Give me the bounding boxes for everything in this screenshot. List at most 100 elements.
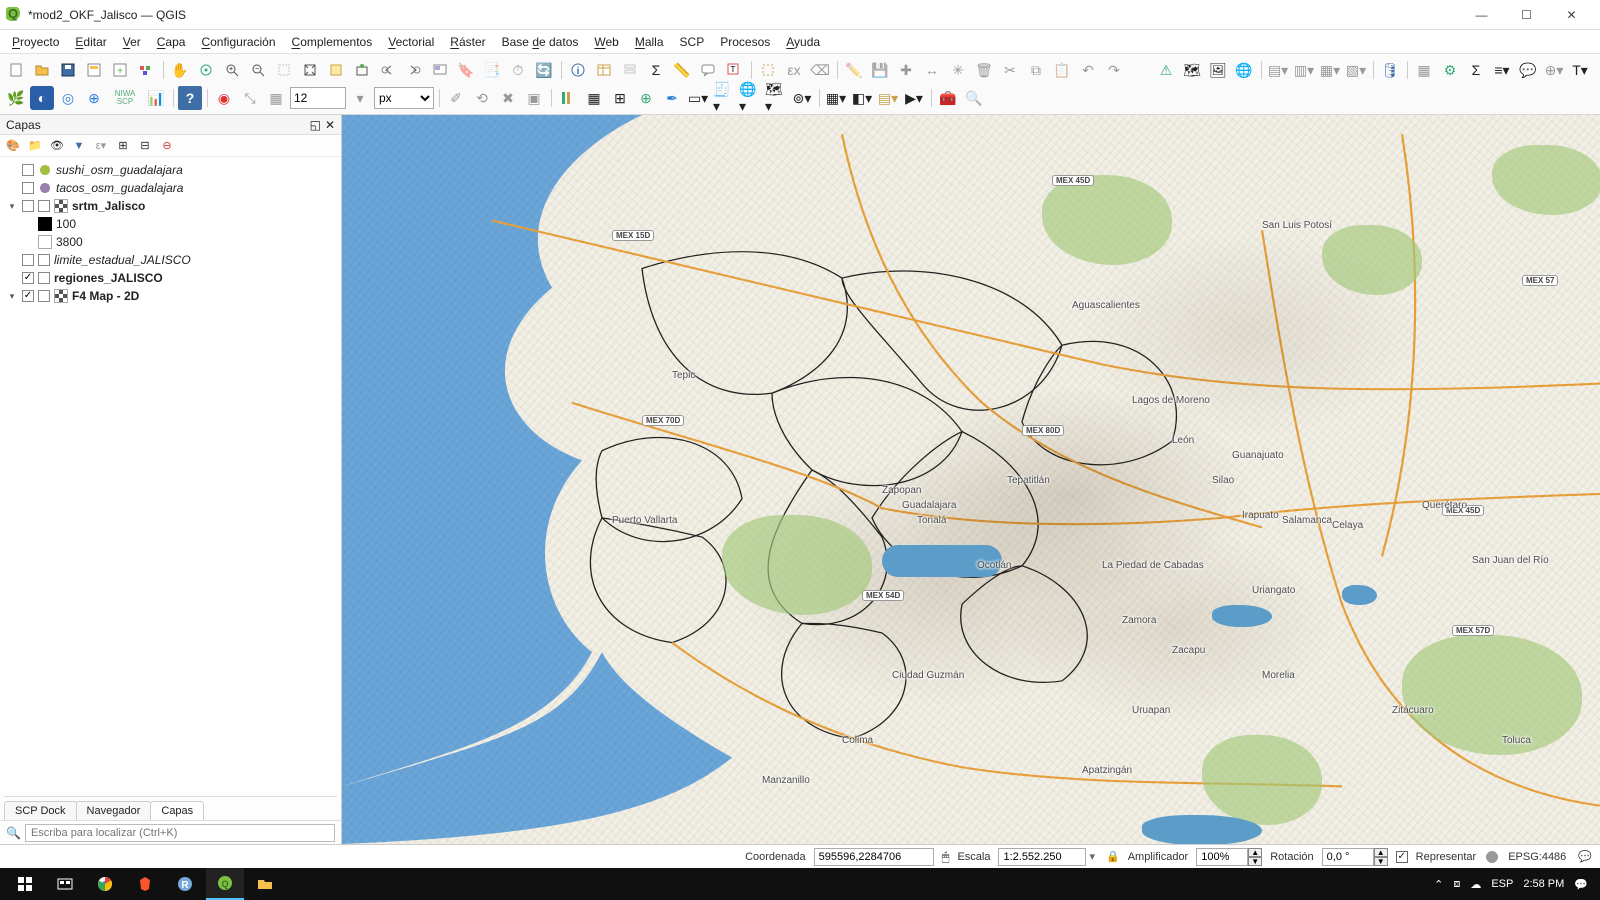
- rotation-down[interactable]: ▼: [1374, 857, 1388, 866]
- processing-result-icon[interactable]: ▦▾: [824, 86, 848, 110]
- layer-item[interactable]: tacos_osm_guadalajara: [2, 179, 339, 197]
- processing-run-icon[interactable]: ▶▾: [902, 86, 926, 110]
- panel-float-icon[interactable]: ◱: [310, 118, 321, 132]
- expander-icon[interactable]: [6, 254, 18, 266]
- save-project-icon[interactable]: [56, 58, 80, 82]
- layer-visibility-checkbox[interactable]: [22, 164, 34, 176]
- map-canvas[interactable]: MEX 15DMEX 45DMEX 70DMEX 80DMEX 54DMEX 5…: [342, 115, 1600, 844]
- panel-close-icon[interactable]: ✕: [325, 118, 335, 132]
- freehand-icon[interactable]: ✒: [660, 86, 684, 110]
- tray-notifications-icon[interactable]: 💬: [1574, 878, 1588, 891]
- scale-dropdown-icon[interactable]: ▾: [1086, 850, 1098, 863]
- new-bookmark-icon[interactable]: 🔖: [454, 58, 478, 82]
- layer-item[interactable]: sushi_osm_guadalajara: [2, 161, 339, 179]
- vector-buffer-icon[interactable]: ⊚▾: [790, 86, 814, 110]
- map-tips-icon[interactable]: [696, 58, 720, 82]
- new-geopackage-icon[interactable]: ▤▾: [1266, 58, 1290, 82]
- add-mesh-layer-icon[interactable]: 🌐: [1232, 58, 1256, 82]
- start-button[interactable]: [6, 868, 44, 900]
- menu-ayuda[interactable]: Ayuda: [778, 33, 828, 51]
- layer-item[interactable]: ▾F4 Map - 2D: [2, 287, 339, 305]
- copy-features-icon[interactable]: ⧉: [1024, 58, 1048, 82]
- remove-layer-icon[interactable]: ⊖: [158, 137, 176, 155]
- temporal-controller-icon[interactable]: ⏱: [506, 58, 530, 82]
- custom-action-icon[interactable]: ⊕▾: [1542, 58, 1566, 82]
- cut-features-icon[interactable]: ✂: [998, 58, 1022, 82]
- menu-configuración[interactable]: Configuración: [193, 33, 283, 51]
- vector-join-icon[interactable]: ⊞: [608, 86, 632, 110]
- field-calculator-icon[interactable]: [618, 58, 642, 82]
- rotation-input[interactable]: [1322, 848, 1374, 866]
- topological-editing-icon[interactable]: ▣: [522, 86, 546, 110]
- text-annotation-icon[interactable]: T▾: [1568, 58, 1592, 82]
- osm-place-search-icon[interactable]: ◎: [56, 86, 80, 110]
- vector-grid-icon[interactable]: ▦: [582, 86, 606, 110]
- db-manager-icon[interactable]: 🛢: [1378, 58, 1402, 82]
- collapse-all-icon[interactable]: ⊟: [136, 137, 154, 155]
- scale-input[interactable]: [998, 848, 1086, 866]
- layer-item[interactable]: ▾srtm_Jalisco: [2, 197, 339, 215]
- task-view-button[interactable]: [46, 868, 84, 900]
- side-tab-scp-dock[interactable]: SCP Dock: [4, 801, 77, 820]
- save-edits-icon[interactable]: 💾: [868, 58, 892, 82]
- lock-scale-icon[interactable]: 🔒: [1106, 850, 1120, 863]
- paste-features-icon[interactable]: 📋: [1050, 58, 1074, 82]
- select-by-value-icon[interactable]: εх: [782, 58, 806, 82]
- vector-project-icon[interactable]: 🗺▾: [764, 86, 788, 110]
- toolbox-icon[interactable]: 🧰: [936, 86, 960, 110]
- crs-icon[interactable]: [1484, 849, 1500, 865]
- vector-new-icon[interactable]: [556, 86, 580, 110]
- help-icon[interactable]: ?: [178, 86, 202, 110]
- menu-complementos[interactable]: Complementos: [284, 33, 381, 51]
- vector-add-icon[interactable]: ⊕: [634, 86, 658, 110]
- menu-capa[interactable]: Capa: [149, 33, 194, 51]
- expander-icon[interactable]: [6, 182, 18, 194]
- menu-malla[interactable]: Malla: [627, 33, 672, 51]
- tray-onedrive-icon[interactable]: ☁: [1470, 878, 1481, 891]
- new-spatialite-icon[interactable]: ▦▾: [1318, 58, 1342, 82]
- zoom-last-icon[interactable]: [376, 58, 400, 82]
- pan-to-selection-icon[interactable]: [194, 58, 218, 82]
- expand-all-icon[interactable]: ⊞: [114, 137, 132, 155]
- tray-lang[interactable]: ESP: [1491, 878, 1513, 890]
- show-bookmarks-icon[interactable]: 📑: [480, 58, 504, 82]
- expander-icon[interactable]: ▾: [6, 290, 18, 302]
- zoom-full-icon[interactable]: [298, 58, 322, 82]
- processing-layer-icon[interactable]: ◧▾: [850, 86, 874, 110]
- new-shapefile-icon[interactable]: ▥▾: [1292, 58, 1316, 82]
- plugin-button-icon[interactable]: 🌿: [4, 86, 28, 110]
- identify-icon[interactable]: i: [566, 58, 590, 82]
- zoom-selection-icon[interactable]: [324, 58, 348, 82]
- taskbar-brave[interactable]: [126, 868, 164, 900]
- menu-base-de-datos[interactable]: Base de datos: [494, 33, 587, 51]
- vertex-tool-icon[interactable]: ✳: [946, 58, 970, 82]
- taskbar-rstudio[interactable]: R: [166, 868, 204, 900]
- tray-expand-icon[interactable]: ⌃: [1434, 878, 1443, 891]
- open-project-icon[interactable]: [30, 58, 54, 82]
- expander-icon[interactable]: [6, 272, 18, 284]
- move-feature-icon[interactable]: ↔: [920, 58, 944, 82]
- data-source-manager-icon[interactable]: ⚠: [1154, 58, 1178, 82]
- vector-net-icon[interactable]: 🌐▾: [738, 86, 762, 110]
- side-tab-navegador[interactable]: Navegador: [76, 801, 152, 820]
- digitize-shape-icon[interactable]: ✐: [444, 86, 468, 110]
- expander-icon[interactable]: [6, 164, 18, 176]
- layer-count-checkbox[interactable]: [38, 290, 50, 302]
- zoom-out-icon[interactable]: −: [246, 58, 270, 82]
- manage-visibility-icon[interactable]: 👁: [48, 137, 66, 155]
- zoom-next-icon[interactable]: [402, 58, 426, 82]
- new-virtual-icon[interactable]: ▧▾: [1344, 58, 1368, 82]
- window-maximize-button[interactable]: ☐: [1504, 0, 1549, 30]
- new-map-view-icon[interactable]: [428, 58, 452, 82]
- layer-count-checkbox[interactable]: [38, 272, 50, 284]
- select-features-icon[interactable]: [756, 58, 780, 82]
- measure-icon[interactable]: 📏: [670, 58, 694, 82]
- layer-visibility-checkbox[interactable]: [22, 290, 34, 302]
- layer-count-checkbox[interactable]: [38, 200, 50, 212]
- scp-roi-icon[interactable]: ◉: [212, 86, 236, 110]
- locator-input[interactable]: [25, 824, 335, 842]
- expander-icon[interactable]: ▾: [6, 200, 18, 212]
- layer-visibility-checkbox[interactable]: [22, 254, 34, 266]
- layer-visibility-checkbox[interactable]: [22, 182, 34, 194]
- sigma-icon[interactable]: Σ: [1464, 58, 1488, 82]
